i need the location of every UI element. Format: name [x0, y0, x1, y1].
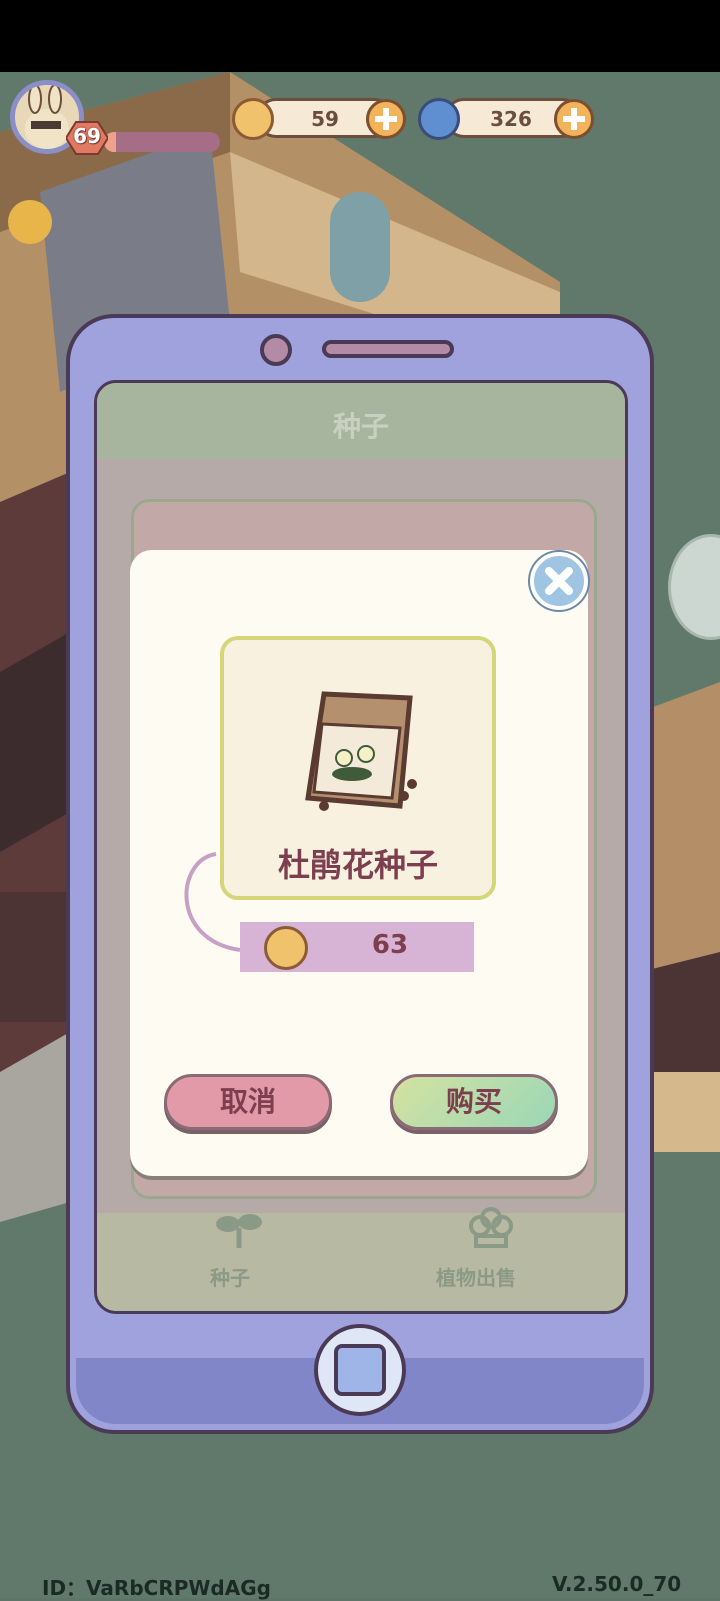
seed-packet-icon: [305, 691, 417, 811]
phone-speaker: [322, 340, 454, 358]
flower-icon: [469, 1207, 513, 1248]
tab-plant-sale[interactable]: 植物出售: [436, 1207, 546, 1294]
phone-camera: [260, 334, 292, 366]
status-bar: [0, 0, 720, 72]
cancel-button[interactable]: 取消: [164, 1074, 332, 1130]
coin-icon: [232, 98, 274, 140]
screen-title: 种子: [332, 410, 389, 443]
sprout-icon: [216, 1214, 262, 1248]
close-dialog-button[interactable]: [530, 552, 588, 610]
coin-count: 59: [311, 107, 339, 131]
close-icon: [545, 567, 573, 595]
item-price: 63: [371, 930, 409, 960]
tab-plant-sale-label: 植物出售: [436, 1266, 516, 1290]
player-level: 69: [73, 124, 101, 148]
plus-icon: [375, 108, 397, 130]
item-name: 杜鹃花种子: [277, 846, 438, 884]
tab-seeds-label: 种子: [210, 1266, 250, 1290]
swirl-gem-icon: [418, 98, 460, 140]
player-id: ID：VaRbCRPWdAGg: [42, 1576, 271, 1600]
add-coins-button[interactable]: [366, 99, 406, 139]
plus-icon: [563, 108, 585, 130]
buy-button[interactable]: 购买: [390, 1074, 558, 1130]
coin-icon: [264, 926, 308, 970]
xp-bar: [104, 132, 220, 152]
version-label: V.2.50.0_70: [552, 1572, 682, 1596]
tab-seeds[interactable]: 种子: [200, 1210, 280, 1294]
add-gems-button[interactable]: [554, 99, 594, 139]
home-icon: [334, 1344, 386, 1396]
gem-count: 326: [490, 107, 532, 131]
